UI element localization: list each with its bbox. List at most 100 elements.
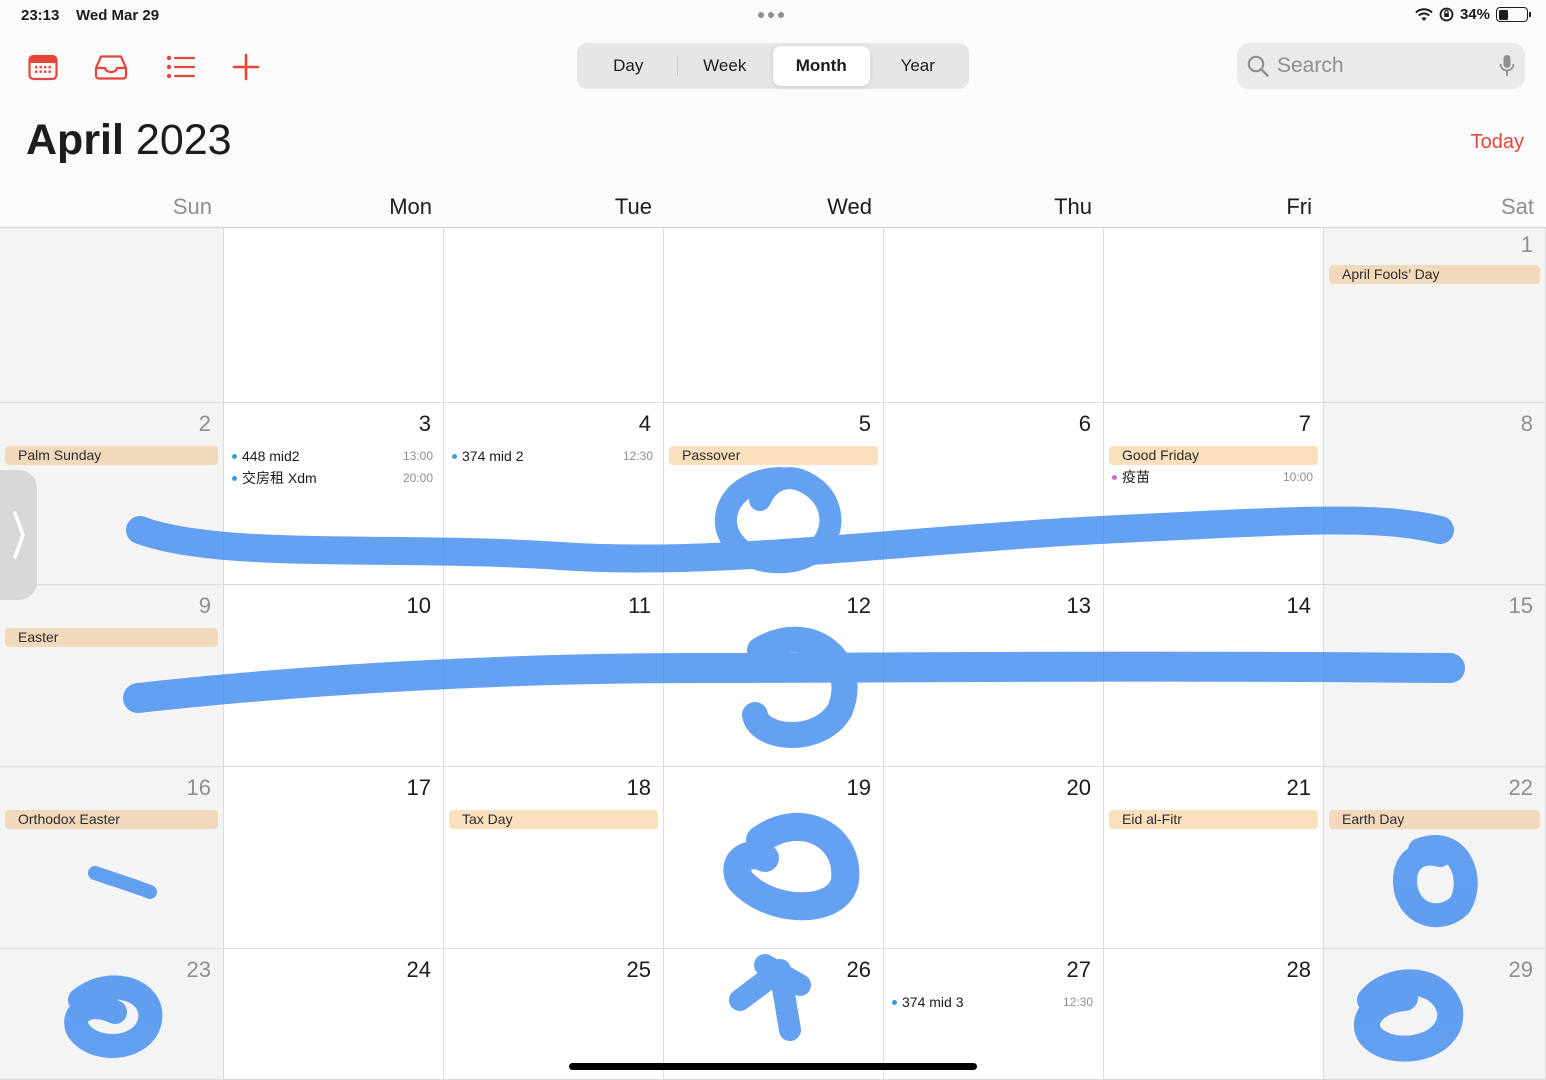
day-cell-4[interactable]: 4 374 mid 2 12:30 — [444, 403, 664, 585]
day-cell-empty[interactable] — [444, 228, 664, 403]
day-cell-21[interactable]: 21 Eid al-Fitr — [1104, 767, 1324, 949]
event-dot-icon — [232, 475, 237, 481]
day-number: 7 — [1298, 411, 1311, 436]
timed-event[interactable]: 交房租 Xdm 20:00 — [232, 468, 433, 488]
all-day-event[interactable]: April Fools’ Day — [1329, 265, 1540, 284]
all-day-event[interactable]: Easter — [5, 628, 218, 647]
list-icon[interactable] — [164, 50, 198, 84]
view-day-button[interactable]: Day — [580, 46, 677, 86]
day-cell-empty[interactable] — [664, 228, 884, 403]
event-time: 20:00 — [402, 471, 433, 485]
day-cell-25[interactable]: 25 — [444, 949, 664, 1080]
calendar-icon[interactable] — [26, 50, 60, 84]
day-cell-18[interactable]: 18 Tax Day — [444, 767, 664, 949]
day-cell-13[interactable]: 13 — [884, 585, 1104, 767]
day-cell-empty[interactable] — [0, 228, 224, 403]
day-cell-empty[interactable] — [884, 228, 1104, 403]
day-cell-28[interactable]: 28 — [1104, 949, 1324, 1080]
status-date: Wed Mar 29 — [76, 7, 160, 24]
weekday-tue: Tue — [614, 194, 652, 219]
day-cell-23[interactable]: 23 — [0, 949, 224, 1080]
day-number: 2 — [198, 411, 211, 436]
day-cell-empty[interactable] — [224, 228, 444, 403]
day-number: 13 — [1066, 593, 1091, 618]
day-cell-16[interactable]: 16 Orthodox Easter — [0, 767, 224, 949]
day-cell-5[interactable]: 5 Passover — [664, 403, 884, 585]
day-cell-24[interactable]: 24 — [224, 949, 444, 1080]
day-number: 5 — [858, 411, 871, 436]
microphone-icon[interactable] — [1499, 54, 1515, 78]
day-cell-9[interactable]: 9 Easter — [0, 585, 224, 767]
day-number: 8 — [1520, 411, 1533, 436]
day-number: 27 — [1066, 957, 1091, 982]
timed-event[interactable]: 374 mid 3 12:30 — [892, 992, 1093, 1012]
day-cell-19[interactable]: 19 — [664, 767, 884, 949]
day-cell-22[interactable]: 22 Earth Day — [1324, 767, 1546, 949]
event-dot-icon — [232, 453, 237, 459]
day-cell-27[interactable]: 27 374 mid 3 12:30 — [884, 949, 1104, 1080]
all-day-event[interactable]: Tax Day — [449, 810, 658, 829]
all-day-event[interactable]: Earth Day — [1329, 810, 1540, 829]
day-number: 28 — [1286, 957, 1311, 982]
view-week-button[interactable]: Week — [676, 46, 774, 86]
home-indicator[interactable] — [569, 1063, 977, 1070]
day-cell-8[interactable]: 8 — [1324, 403, 1546, 585]
day-cell-11[interactable]: 11 — [444, 585, 664, 767]
add-icon[interactable] — [229, 50, 263, 84]
wifi-icon — [1415, 7, 1433, 21]
weekday-fri: Fri — [1286, 194, 1312, 219]
day-cell-29[interactable]: 29 — [1324, 949, 1546, 1080]
day-cell-26[interactable]: 26 — [664, 949, 884, 1080]
day-cell-10[interactable]: 10 — [224, 585, 444, 767]
timed-event[interactable]: 疫苗 10:00 — [1112, 467, 1313, 487]
day-number: 12 — [846, 593, 871, 618]
month-title: April 2023 — [26, 116, 232, 165]
day-cell-6[interactable]: 6 — [884, 403, 1104, 585]
timed-event[interactable]: 448 mid2 13:00 — [232, 446, 433, 466]
search-field[interactable]: Search — [1237, 43, 1525, 89]
battery-icon — [1496, 7, 1531, 22]
day-cell-7[interactable]: 7 Good Friday 疫苗 10:00 — [1104, 403, 1324, 585]
weekday-sun: Sun — [172, 194, 212, 219]
timed-event[interactable]: 374 mid 2 12:30 — [452, 446, 653, 466]
status-bar: 23:13 Wed Mar 29 34% — [0, 0, 1546, 32]
event-time: 10:00 — [1282, 470, 1313, 484]
day-number: 15 — [1508, 593, 1533, 618]
today-button[interactable]: Today — [1471, 131, 1524, 154]
view-month-button[interactable]: Month — [773, 46, 870, 86]
day-number: 10 — [406, 593, 431, 618]
day-cell-17[interactable]: 17 — [224, 767, 444, 949]
day-cell-20[interactable]: 20 — [884, 767, 1104, 949]
weekday-header: Sun Mon Tue Wed Thu Fri Sat — [0, 190, 1546, 228]
sidebar-toggle[interactable] — [0, 470, 37, 600]
day-number: 29 — [1508, 957, 1533, 982]
day-cell-1[interactable]: 1 April Fools’ Day — [1324, 228, 1546, 403]
event-dot-icon — [892, 999, 897, 1005]
view-year-button[interactable]: Year — [870, 46, 967, 86]
all-day-event[interactable]: Passover — [669, 446, 878, 465]
all-day-event[interactable]: Orthodox Easter — [5, 810, 218, 829]
day-cell-12[interactable]: 12 — [664, 585, 884, 767]
all-day-event[interactable]: Eid al-Fitr — [1109, 810, 1318, 829]
day-number: 3 — [418, 411, 431, 436]
multitasking-dots-icon[interactable] — [758, 12, 784, 18]
day-cell-14[interactable]: 14 — [1104, 585, 1324, 767]
event-title: 374 mid 2 — [462, 448, 524, 464]
day-number: 19 — [846, 775, 871, 800]
all-day-event[interactable]: Palm Sunday — [5, 446, 218, 465]
view-switcher: Day Week Month Year — [577, 43, 969, 89]
day-cell-empty[interactable] — [1104, 228, 1324, 403]
day-cell-3[interactable]: 3 448 mid2 13:00 交房租 Xdm 20:00 — [224, 403, 444, 585]
orientation-lock-icon — [1439, 7, 1454, 22]
month-name: April — [26, 116, 124, 164]
day-number: 22 — [1508, 775, 1533, 800]
event-time: 13:00 — [402, 449, 433, 463]
battery-percent: 34% — [1459, 6, 1490, 23]
all-day-event[interactable]: Good Friday — [1109, 446, 1318, 465]
event-time: 12:30 — [622, 449, 653, 463]
day-cell-15[interactable]: 15 — [1324, 585, 1546, 767]
inbox-icon[interactable] — [94, 50, 128, 84]
day-number: 4 — [638, 411, 651, 436]
search-input[interactable]: Search — [1277, 54, 1499, 78]
day-number: 9 — [198, 593, 211, 618]
